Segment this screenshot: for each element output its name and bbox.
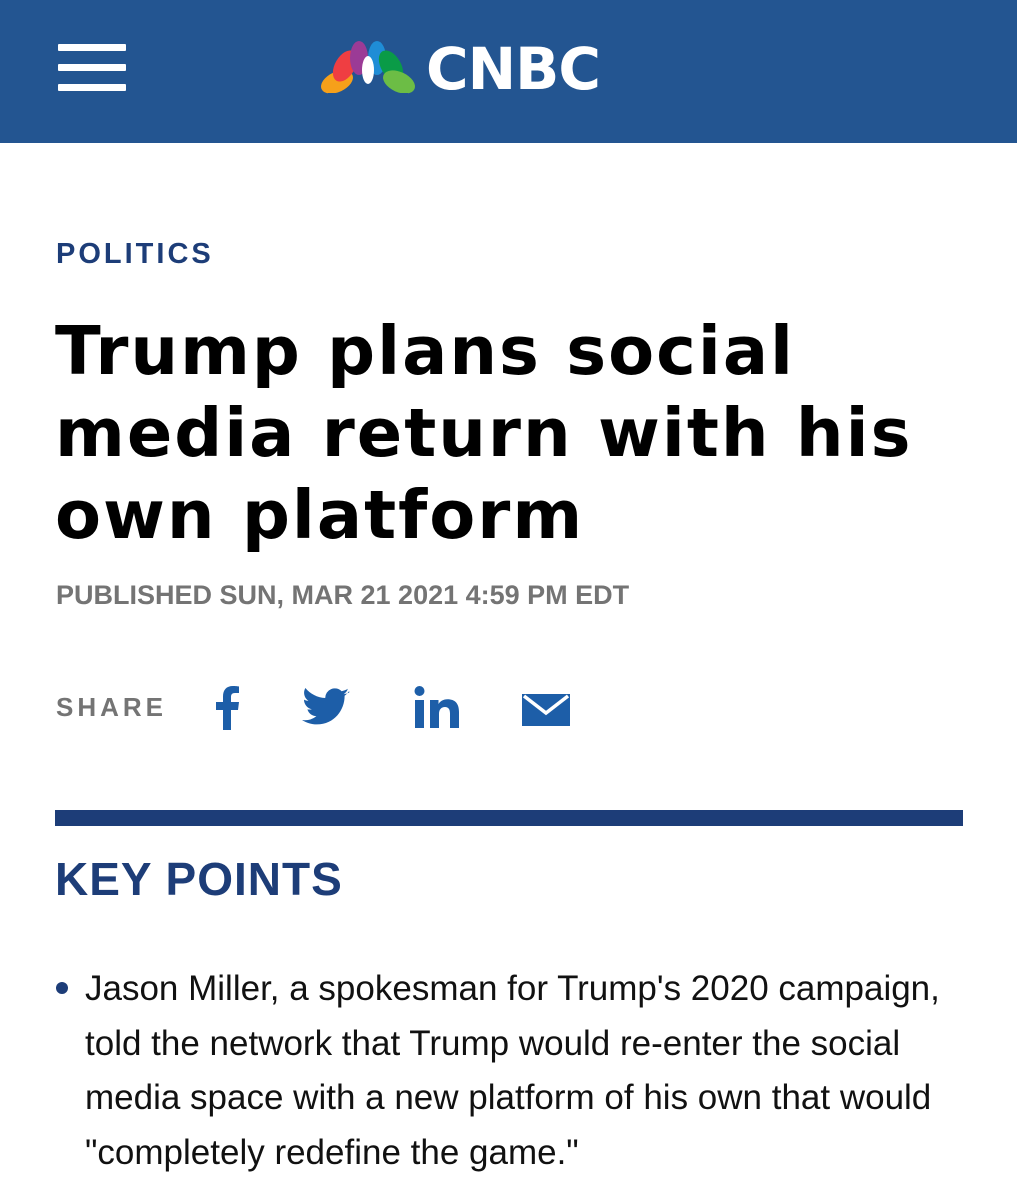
article-headline: Trump plans social media return with his… xyxy=(55,312,913,554)
published-date: PUBLISHED SUN, MAR 21 2021 4:59 PM EDT xyxy=(56,580,630,610)
top-nav-bar: CNBC xyxy=(0,0,1017,143)
nbc-peacock-icon xyxy=(321,41,415,97)
section-label[interactable]: POLITICS xyxy=(56,238,214,271)
key-points-divider xyxy=(55,810,963,826)
hamburger-menu-icon[interactable] xyxy=(58,44,126,92)
menu-line xyxy=(58,44,126,51)
linkedin-icon[interactable] xyxy=(414,686,460,728)
key-point-text: Jason Miller, a spokesman for Trump's 20… xyxy=(85,969,940,1172)
cnbc-logo[interactable]: CNBC xyxy=(318,36,698,102)
twitter-icon[interactable] xyxy=(302,688,350,728)
logo-wordmark: CNBC xyxy=(426,35,601,103)
email-icon[interactable] xyxy=(522,694,570,726)
share-label: SHARE xyxy=(56,692,168,722)
menu-line xyxy=(58,84,126,91)
menu-line xyxy=(58,64,126,71)
facebook-icon[interactable] xyxy=(212,686,242,730)
bullet-icon xyxy=(56,982,68,994)
key-points-title: KEY POINTS xyxy=(55,853,343,905)
